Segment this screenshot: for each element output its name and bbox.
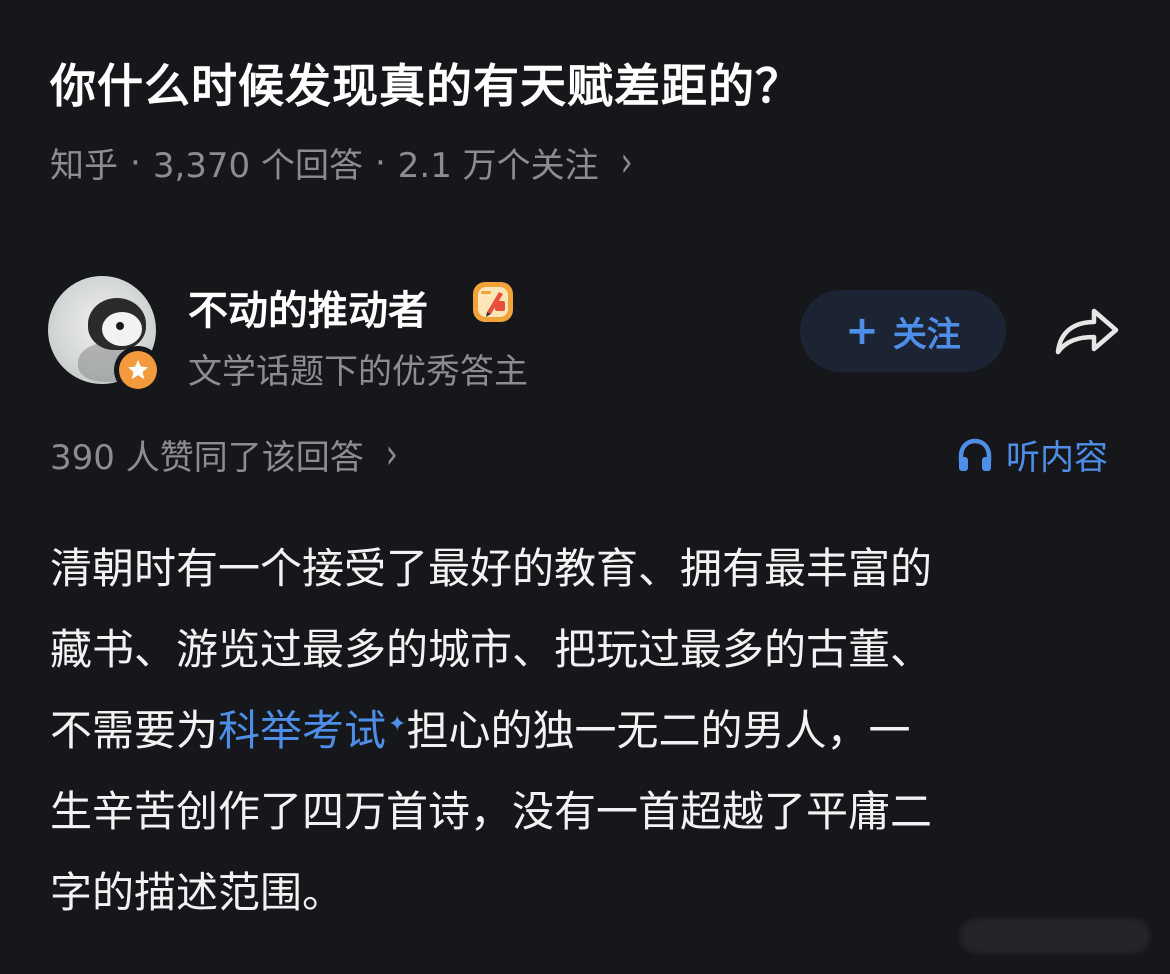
meta-separator: ·: [374, 142, 386, 183]
sparkle-icon: ✦: [388, 712, 407, 737]
answer-line: 藏书、游览过最多的城市、把玩过最多的古董、: [50, 625, 933, 674]
keyword-link[interactable]: 科举考试✦: [218, 706, 406, 755]
star-icon: [128, 360, 148, 379]
share-arrow-icon[interactable]: [1052, 304, 1122, 360]
answer-text: 担心的独一无二的男人，一: [406, 706, 911, 755]
chevron-right-icon: ›: [385, 430, 398, 479]
chevron-right-icon: ›: [620, 138, 633, 187]
follower-count: 2.1 万个关注: [397, 146, 599, 186]
answer-line: 清朝时有一个接受了最好的教育、拥有最丰富的: [50, 544, 933, 593]
answer-count: 3,370 个回答: [152, 146, 363, 186]
answer-page: 你什么时候发现真的有天赋差距的？ 知乎 · 3,370 个回答 · 2.1 万个…: [0, 0, 1170, 974]
listen-button[interactable]: 听内容: [956, 430, 1108, 479]
author-name[interactable]: 不动的推动者: [188, 278, 428, 336]
pen-writer-icon: [473, 282, 513, 322]
follow-label: 关注: [892, 314, 961, 355]
answer-content: 清朝时有一个接受了最好的教育、拥有最丰富的 藏书、游览过最多的城市、把玩过最多的…: [50, 528, 1130, 933]
meta-separator: ·: [130, 142, 141, 183]
question-meta[interactable]: 知乎 · 3,370 个回答 · 2.1 万个关注 ›: [50, 138, 633, 187]
source-label: 知乎: [50, 146, 118, 186]
answer-line: 不需要为科举考试✦担心的独一无二的男人，一: [50, 690, 1130, 771]
penguin-eye-shape: [116, 322, 124, 330]
upvote-summary[interactable]: 390 人赞同了该回答 ›: [50, 430, 398, 479]
listen-label: 听内容: [1006, 438, 1108, 478]
follow-button[interactable]: + 关注: [800, 290, 1006, 372]
upvote-text: 390 人赞同了该回答: [50, 438, 364, 478]
author-description: 文学话题下的优秀答主: [188, 352, 528, 392]
blurred-watermark: [960, 918, 1150, 954]
answer-text: 不需要为: [50, 706, 219, 755]
answer-line: 生辛苦创作了四万首诗，没有一首超越了平庸二: [50, 787, 933, 836]
question-title[interactable]: 你什么时候发现真的有天赋差距的？: [50, 50, 802, 116]
star-badge-inner: [119, 351, 157, 389]
star-badge-icon: [114, 346, 162, 394]
plus-icon: +: [845, 308, 879, 354]
keyword-link-text: 科举考试: [218, 706, 387, 755]
headphones-icon: [958, 438, 992, 471]
